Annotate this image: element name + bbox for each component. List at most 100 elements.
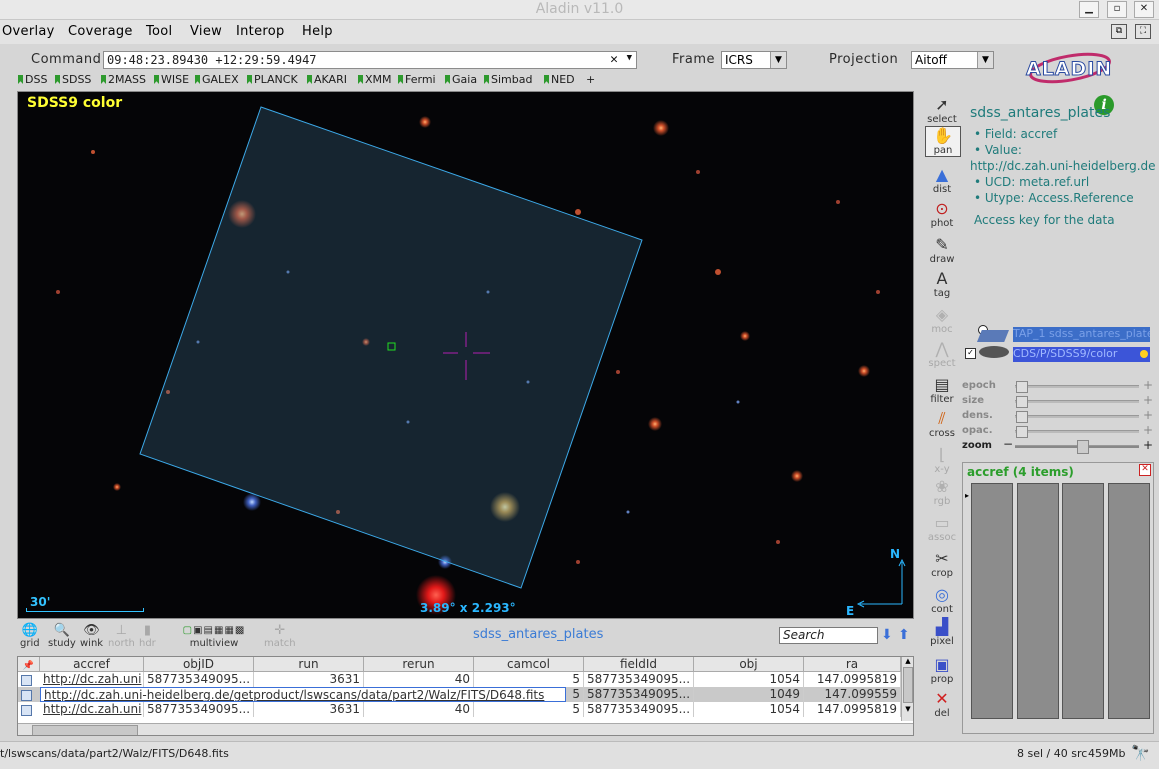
plate-footprint[interactable] [139,106,643,589]
column-header-fieldid[interactable]: fieldId [584,657,694,672]
multiview-button[interactable]: ▢▣▤▦▦▩ multiview [165,624,263,649]
row-checkbox[interactable] [21,705,32,716]
opac-slider[interactable] [1015,426,1139,438]
telescope-icon[interactable]: 🔭 [1131,744,1150,762]
scrollbar-thumb[interactable] [32,725,138,735]
bookmark-sdss[interactable]: SDSS [55,73,91,86]
table-row-selected[interactable]: http://dc.zah.uni-heidelberg.de/getprodu… [18,687,901,702]
bookmark-gaia[interactable]: Gaia [445,73,477,86]
chevron-down-icon[interactable]: ▼ [627,53,632,63]
menu-interop[interactable]: Interop [236,24,285,39]
scrollbar-thumb[interactable] [903,667,913,703]
zoom-plus-button[interactable]: + [1143,438,1153,452]
search-input[interactable]: Search [779,627,878,644]
match-button[interactable]: ✛ match [264,624,296,650]
accref-item[interactable] [971,483,1013,719]
column-header-objid[interactable]: objID [144,657,254,672]
bookmark-ned[interactable]: NED [544,73,575,86]
cont-tool[interactable]: ◎ cont [925,586,959,616]
del-tool[interactable]: ✕ del [925,690,959,720]
bookmark-galex[interactable]: GALEX [195,73,239,86]
plane-visibility-checkbox[interactable]: ✓ [965,348,976,359]
accref-item[interactable] [1017,483,1059,719]
wink-button[interactable]: 👁 wink [80,624,103,650]
projection-select[interactable]: Aitoff ▼ [911,51,994,69]
survey-plane-icon[interactable] [979,346,1009,358]
bookmark-simbad[interactable]: Simbad [484,73,532,86]
table-horizontal-scrollbar[interactable] [18,723,913,735]
menu-tool[interactable]: Tool [146,24,172,39]
accref-item[interactable] [1108,483,1150,719]
column-header-run[interactable]: run [254,657,364,672]
size-slider-thumb[interactable] [1016,396,1028,408]
size-slider[interactable] [1015,396,1139,408]
pixel-tool[interactable]: ▟ pixel [925,618,959,648]
table-row[interactable]: http://dc.zah.uni 587735349095... 3631 4… [18,672,901,687]
minimize-button[interactable]: ▁ [1079,1,1099,18]
xy-tool[interactable]: ⌊ x-y [925,446,959,476]
epoch-slider-thumb[interactable] [1016,381,1028,393]
clear-icon[interactable]: ✕ [610,52,618,67]
aladin-logo[interactable]: ALADIN [1022,50,1117,86]
cell-accref[interactable]: http://dc.zah.uni [40,672,144,687]
dist-tool[interactable]: ▲ dist [925,166,959,196]
column-header-accref[interactable]: accref [40,657,144,672]
opac-plus-button[interactable]: + [1143,423,1153,437]
scroll-up-icon[interactable]: ▲ [902,657,913,665]
accref-item[interactable] [1062,483,1104,719]
undock-icon[interactable]: ⧉ [1111,24,1127,39]
bookmark-xmm[interactable]: XMM [358,73,392,86]
row-checkbox[interactable] [21,690,32,701]
filter-tool[interactable]: ▤ filter [925,376,959,406]
dens-plus-button[interactable]: + [1143,408,1153,422]
select-tool[interactable]: ➚ select [925,96,959,126]
close-icon[interactable]: ✕ [1139,464,1151,476]
menu-overlay[interactable]: Overlay [2,24,55,39]
zoom-slider-thumb[interactable] [1077,440,1089,454]
epoch-plus-button[interactable]: + [1143,378,1153,392]
fullscreen-icon[interactable]: ⛶ [1135,24,1151,39]
phot-tool[interactable]: ⊙ phot [925,200,959,230]
zoom-slider[interactable] [1015,440,1139,454]
bookmark-2mass[interactable]: 2MASS [101,73,146,86]
column-header-camcol[interactable]: camcol [474,657,584,672]
arrow-up-icon[interactable]: ⬆ [898,627,910,643]
column-header-ra[interactable]: ra [804,657,901,672]
bookmark-dss[interactable]: DSS [18,73,47,86]
tag-tool[interactable]: Atag [925,270,959,300]
size-plus-button[interactable]: + [1143,393,1153,407]
epoch-slider[interactable] [1015,381,1139,393]
catalog-plane-icon[interactable] [977,330,1009,342]
close-window-button[interactable]: ✕ [1134,1,1154,18]
cell-accref-editing[interactable]: http://dc.zah.uni-heidelberg.de/getprodu… [40,687,566,702]
plane-sdss9-color[interactable]: CDS/P/SDSS9/color [1013,347,1150,362]
menu-coverage[interactable]: Coverage [68,24,133,39]
column-header-rerun[interactable]: rerun [364,657,474,672]
arrow-down-icon[interactable]: ⬇ [881,627,893,643]
dens-slider-thumb[interactable] [1016,411,1028,423]
maximize-button[interactable]: ▫ [1107,1,1127,18]
study-button[interactable]: 🔍 study [48,624,76,650]
pan-tool[interactable]: ✋ pan [925,126,961,157]
menu-view[interactable]: View [190,24,222,39]
spect-tool[interactable]: ⋀ spect [925,340,959,370]
cross-tool[interactable]: ⫽ cross [925,410,959,440]
moc-tool[interactable]: ◈ moc [925,306,959,336]
menu-help[interactable]: Help [302,24,333,39]
add-bookmark-button[interactable]: + [586,73,595,86]
command-input[interactable]: 09:48:23.89430 +12:29:59.4947 ✕ ▼ [103,51,637,69]
plane-tap-catalog[interactable]: TAP_1 sdss_antares_plates [1013,327,1150,342]
scroll-down-icon[interactable]: ▼ [902,705,913,713]
table-vertical-scrollbar[interactable]: ▲ ▼ [901,657,913,721]
opac-slider-thumb[interactable] [1016,426,1028,438]
bookmark-akari[interactable]: AKARI [307,73,347,86]
column-header-obj[interactable]: obj [694,657,804,672]
crop-tool[interactable]: ✂ crop [925,550,959,580]
dens-slider[interactable] [1015,411,1139,423]
grid-button[interactable]: 🌐 grid [20,624,40,650]
sky-view[interactable]: SDSS9 color 3.89° x 2.293° 30' N E [17,91,914,619]
rgb-tool[interactable]: ❀ rgb [925,478,959,508]
bookmark-planck[interactable]: PLANCK [247,73,298,86]
bookmark-wise[interactable]: WISE [154,73,189,86]
table-row[interactable]: http://dc.zah.uni 587735349095... 3631 4… [18,702,901,717]
